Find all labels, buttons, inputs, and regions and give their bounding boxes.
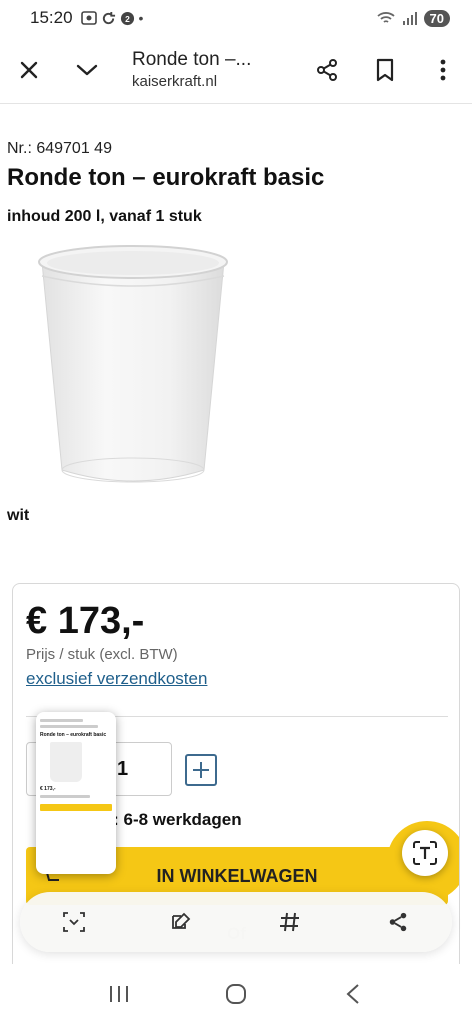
- thumbnail-title: Ronde ton – eurokraft basic: [40, 732, 107, 738]
- thumbnail-product-image: [50, 742, 82, 782]
- status-bar: 15:20 2 • 70: [0, 0, 472, 36]
- back-icon: [346, 984, 359, 1004]
- status-dot: •: [138, 10, 144, 26]
- status-left: 15:20 2 •: [30, 8, 143, 28]
- gallery-icon: [80, 11, 97, 25]
- header-titles[interactable]: Ronde ton –... kaiserkraft.nl: [116, 49, 298, 90]
- battery-indicator: 70: [423, 9, 450, 27]
- home-icon: [225, 984, 246, 1004]
- status-notification-icons: 2 •: [80, 10, 144, 26]
- tag-button[interactable]: [266, 898, 314, 946]
- share-screenshot-button[interactable]: [374, 898, 422, 946]
- more-options-button[interactable]: [414, 41, 472, 99]
- browser-header: Ronde ton –... kaiserkraft.nl: [0, 36, 472, 104]
- share-button[interactable]: [298, 41, 356, 99]
- recent-apps-icon: [109, 986, 128, 1002]
- system-nav-bar: [0, 964, 472, 1024]
- extract-text-button[interactable]: [402, 830, 448, 876]
- product-title: Ronde ton – eurokraft basic: [7, 164, 325, 191]
- close-icon: [20, 61, 38, 78]
- recent-apps-button[interactable]: [95, 970, 143, 1018]
- bookmark-icon: [376, 58, 394, 81]
- close-button[interactable]: [0, 41, 58, 99]
- notification-icon: 2: [120, 11, 134, 25]
- price-note: Prijs / stuk (excl. BTW): [26, 646, 178, 663]
- plus-icon: [193, 762, 209, 778]
- quantity-value: 1: [117, 757, 129, 780]
- screenshot-toolbar: [20, 892, 452, 952]
- chevron-down-icon: [76, 64, 98, 75]
- screenshot-thumbnail[interactable]: Ronde ton – eurokraft basic € 173,-: [36, 712, 116, 874]
- wifi-icon: [376, 12, 395, 23]
- thumbnail-price: € 173,-: [40, 786, 56, 792]
- quantity-increase-button[interactable]: [185, 754, 217, 786]
- shipping-costs-link[interactable]: exclusief verzendkosten: [26, 669, 207, 689]
- sync-icon: [102, 11, 115, 24]
- signal-icon: [402, 12, 417, 25]
- more-icon: [440, 59, 446, 80]
- article-number: Nr.: 649701 49: [7, 140, 112, 157]
- text-scan-icon: [413, 841, 437, 865]
- add-to-cart-label: IN WINKELWAGEN: [156, 865, 318, 886]
- product-subtitle: inhoud 200 l, vanaf 1 stuk: [7, 208, 202, 225]
- status-right: 70: [376, 9, 450, 27]
- status-time: 15:20: [30, 8, 73, 27]
- price: € 173,-: [26, 600, 145, 642]
- page-title: Ronde ton –...: [132, 49, 252, 70]
- share-icon: [389, 912, 407, 932]
- back-button[interactable]: [329, 970, 377, 1018]
- bookmark-button[interactable]: [356, 41, 414, 99]
- edit-screenshot-button[interactable]: [158, 898, 206, 946]
- minimize-button[interactable]: [58, 41, 116, 99]
- thumbnail-cart-button: [40, 804, 112, 811]
- scan-icon: [63, 912, 85, 932]
- share-icon: [317, 58, 337, 81]
- edit-icon: [172, 912, 191, 929]
- home-button[interactable]: [212, 970, 260, 1018]
- page-url: kaiserkraft.nl: [132, 73, 218, 90]
- hashtag-icon: [280, 912, 299, 932]
- delivery-text: jd: 6-8 werkdagen: [98, 810, 242, 829]
- product-image[interactable]: [28, 230, 238, 500]
- scroll-capture-button[interactable]: [50, 898, 98, 946]
- svg-text:2: 2: [125, 13, 130, 23]
- product-color: wit: [7, 507, 30, 524]
